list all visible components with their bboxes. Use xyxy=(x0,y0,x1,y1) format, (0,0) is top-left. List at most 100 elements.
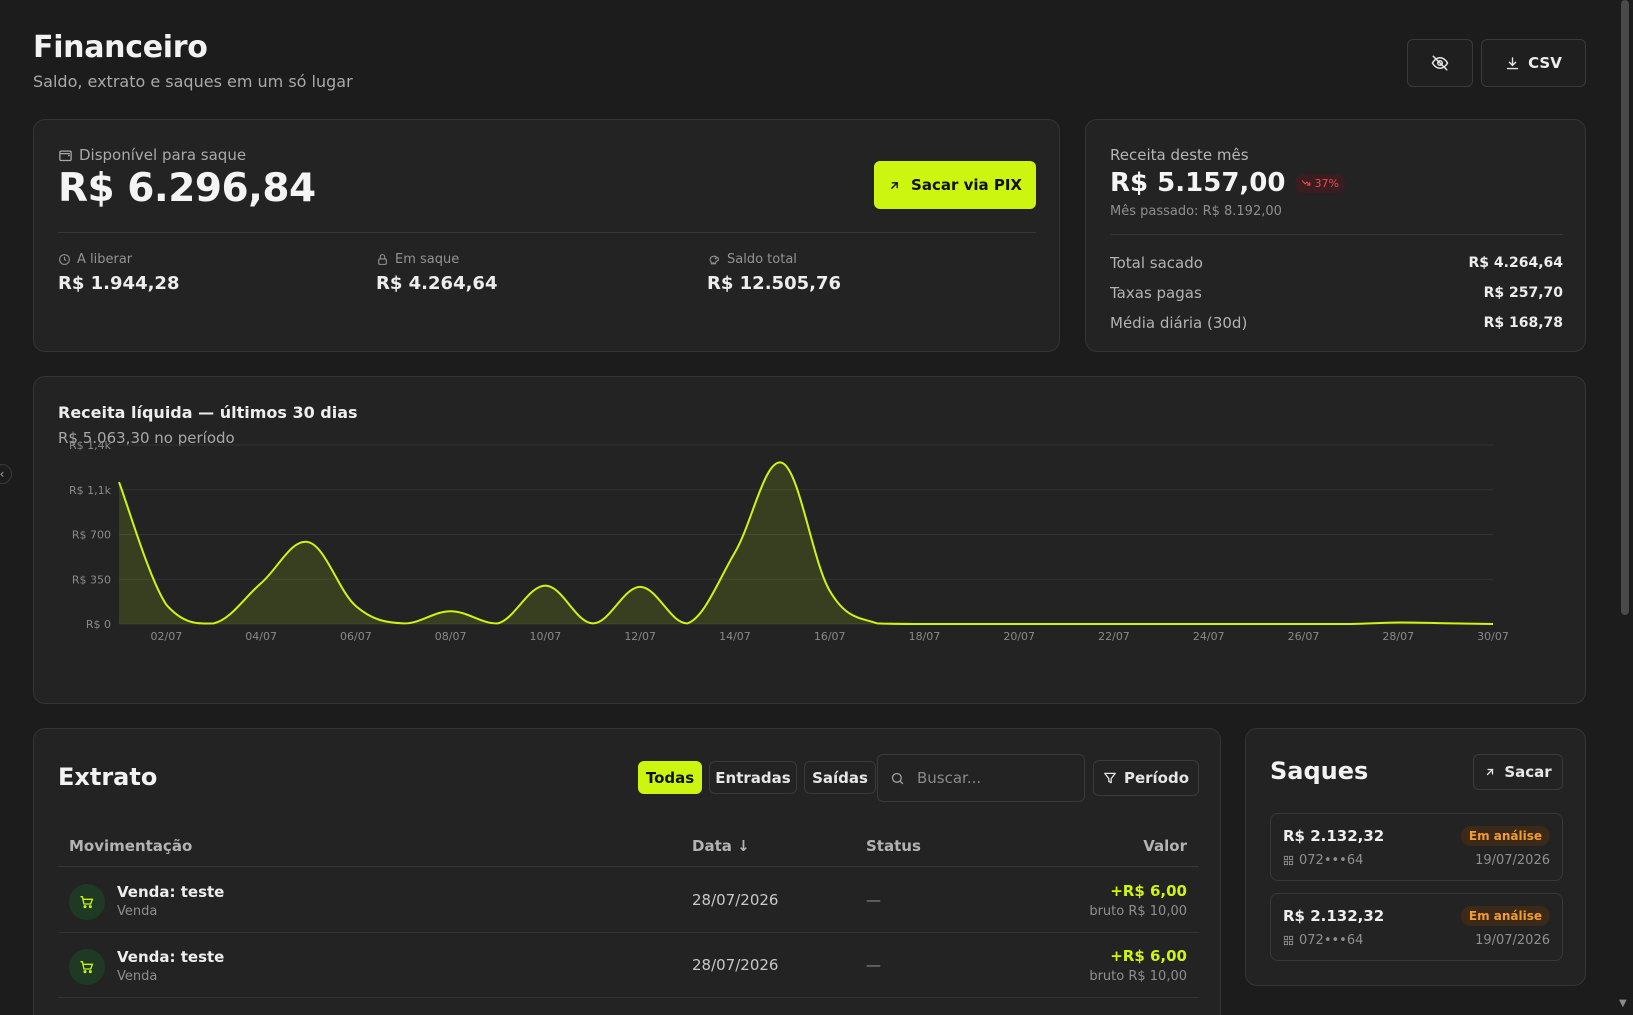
row-name: Venda: teste xyxy=(117,883,225,901)
period-filter-label: Período xyxy=(1123,769,1190,787)
column-date-sort[interactable]: Data ↓ xyxy=(692,837,750,855)
lock-icon xyxy=(378,254,387,265)
revenue-amount-row: R$ 5.157,00 37% xyxy=(1110,168,1345,198)
x-tick-label: 16/07 xyxy=(814,630,846,643)
period-filter-button[interactable]: Período xyxy=(1093,760,1199,796)
filter-all-tab[interactable]: Todas xyxy=(638,761,702,794)
monthly-revenue-card: Receita deste mês R$ 5.157,00 37% Mês pa… xyxy=(1085,119,1586,352)
y-tick-label: R$ 1,4k xyxy=(69,439,112,452)
summary-row-label: Média diária (30d) xyxy=(1110,314,1248,332)
x-tick-label: 26/07 xyxy=(1288,630,1320,643)
stat-pending-label: A liberar xyxy=(77,252,133,267)
x-tick-label: 22/07 xyxy=(1098,630,1130,643)
row-value: +R$ 6,00 xyxy=(1110,882,1187,900)
scroll-down-arrow[interactable]: ▼ xyxy=(1619,998,1627,1009)
summary-row-fees: Taxas pagas R$ 257,70 xyxy=(1110,278,1563,308)
filter-income-tab[interactable]: Entradas xyxy=(709,761,797,794)
revenue-area-chart[interactable]: R$ 0 R$ 350 R$ 700 R$ 1,1k R$ 1,4k 02/07 04/07… xyxy=(34,377,1587,705)
stat-total-label: Saldo total xyxy=(727,252,797,267)
withdrawal-item[interactable]: R$ 2.132,32 Em análise 072•••64 19/07/20… xyxy=(1270,813,1563,881)
shopping-cart-icon xyxy=(80,961,94,974)
hide-values-button[interactable] xyxy=(1407,39,1473,87)
shopping-cart-icon xyxy=(80,896,94,909)
y-tick-label: R$ 0 xyxy=(86,618,111,631)
search-input[interactable] xyxy=(917,769,1067,787)
row-status: — xyxy=(866,891,881,909)
arrow-up-right-icon xyxy=(1487,768,1494,776)
row-gross: bruto R$ 10,00 xyxy=(1089,969,1187,984)
x-tick-label: 08/07 xyxy=(435,630,467,643)
stat-total-value: R$ 12.505,76 xyxy=(707,273,841,294)
stat-pending-value: R$ 1.944,28 xyxy=(58,273,180,294)
summary-row-label: Taxas pagas xyxy=(1110,284,1202,302)
arrow-up-right-icon xyxy=(891,181,898,189)
x-tick-label: 20/07 xyxy=(1003,630,1035,643)
sale-icon-wrap xyxy=(69,884,105,920)
x-tick-label: 24/07 xyxy=(1193,630,1225,643)
column-status: Status xyxy=(866,837,921,855)
table-row[interactable]: Venda: teste Venda 28/07/2026 — +R$ 6,00… xyxy=(58,933,1199,998)
revenue-amount: R$ 5.157,00 xyxy=(1110,168,1286,198)
summary-row-withdrawn: Total sacado R$ 4.264,64 xyxy=(1110,248,1563,278)
withdrawal-key: 072•••64 xyxy=(1283,853,1363,868)
piggy-bank-icon xyxy=(709,255,719,265)
row-date: 28/07/2026 xyxy=(692,891,779,909)
search-icon xyxy=(891,772,904,784)
available-label-text: Disponível para saque xyxy=(79,146,247,164)
revenue-previous: Mês passado: R$ 8.192,00 xyxy=(1110,204,1282,219)
statement-title: Extrato xyxy=(58,763,158,791)
row-name: Venda: teste xyxy=(117,948,225,966)
withdrawal-status-badge: Em análise xyxy=(1460,906,1550,926)
summary-row-value: R$ 257,70 xyxy=(1483,285,1563,301)
wallet-icon xyxy=(59,150,72,161)
revenue-divider xyxy=(1110,234,1563,235)
y-tick-label: R$ 700 xyxy=(72,529,111,542)
row-gross: bruto R$ 10,00 xyxy=(1089,904,1187,919)
available-amount: R$ 6.296,84 xyxy=(58,166,316,211)
clock-icon xyxy=(59,254,70,265)
export-csv-button[interactable]: CSV xyxy=(1481,39,1586,87)
withdraw-button-label: Sacar xyxy=(1504,763,1552,781)
revenue-change-badge: 37% xyxy=(1295,173,1345,193)
statement-card: Extrato Todas Entradas Saídas Período Mo… xyxy=(33,728,1221,1015)
withdrawal-key-text: 072•••64 xyxy=(1299,933,1364,948)
sidebar-collapse-toggle[interactable]: ‹ xyxy=(0,464,12,484)
revenue-change-value: 37% xyxy=(1314,176,1339,190)
eye-off-icon xyxy=(1431,55,1449,71)
row-value: +R$ 6,00 xyxy=(1110,947,1187,965)
csv-label: CSV xyxy=(1528,54,1562,72)
withdrawal-date: 19/07/2026 xyxy=(1475,853,1550,868)
table-row[interactable]: Venda: teste Venda 28/07/2026 — +R$ 6,00… xyxy=(58,868,1199,933)
stat-withdrawing-label-row: Em saque xyxy=(376,252,497,267)
row-kind: Venda xyxy=(117,904,158,919)
withdraw-pix-button[interactable]: Sacar via PIX xyxy=(874,161,1036,209)
revenue-chart-card: Receita líquida — últimos 30 dias R$ 5.0… xyxy=(33,376,1586,704)
page-title: Financeiro xyxy=(33,30,208,65)
x-tick-label: 28/07 xyxy=(1382,630,1414,643)
scrollbar-thumb[interactable] xyxy=(1621,0,1629,615)
summary-row-daily-average: Média diária (30d) R$ 168,78 xyxy=(1110,308,1563,338)
statement-search[interactable] xyxy=(877,754,1085,802)
withdrawals-title: Saques xyxy=(1270,757,1369,785)
stat-total-label-row: Saldo total xyxy=(707,252,841,267)
pix-key-icon xyxy=(1283,855,1294,866)
filter-icon xyxy=(1104,772,1116,784)
withdrawal-date: 19/07/2026 xyxy=(1475,933,1550,948)
stat-withdrawing-label: Em saque xyxy=(395,252,460,267)
pix-key-icon xyxy=(1283,935,1294,946)
withdrawal-key-text: 072•••64 xyxy=(1299,853,1364,868)
withdraw-pix-label: Sacar via PIX xyxy=(911,176,1022,194)
withdrawal-item[interactable]: R$ 2.132,32 Em análise 072•••64 19/07/20… xyxy=(1270,893,1563,961)
withdrawals-card: Saques Sacar R$ 2.132,32 Em análise 072•… xyxy=(1245,728,1586,986)
withdrawal-amount: R$ 2.132,32 xyxy=(1283,827,1385,845)
x-tick-label: 02/07 xyxy=(151,630,183,643)
statement-table-header: Movimentação Data ↓ Status Valor xyxy=(58,829,1199,867)
revenue-summary-list: Total sacado R$ 4.264,64 Taxas pagas R$ … xyxy=(1110,248,1563,338)
filter-outgoing-tab[interactable]: Saídas xyxy=(804,761,876,794)
x-tick-label: 14/07 xyxy=(719,630,751,643)
stat-total: Saldo total R$ 12.505,76 xyxy=(707,252,841,294)
revenue-label: Receita deste mês xyxy=(1110,146,1249,164)
withdraw-button[interactable]: Sacar xyxy=(1473,754,1563,790)
stat-withdrawing: Em saque R$ 4.264,64 xyxy=(376,252,497,294)
stat-withdrawing-value: R$ 4.264,64 xyxy=(376,273,498,294)
